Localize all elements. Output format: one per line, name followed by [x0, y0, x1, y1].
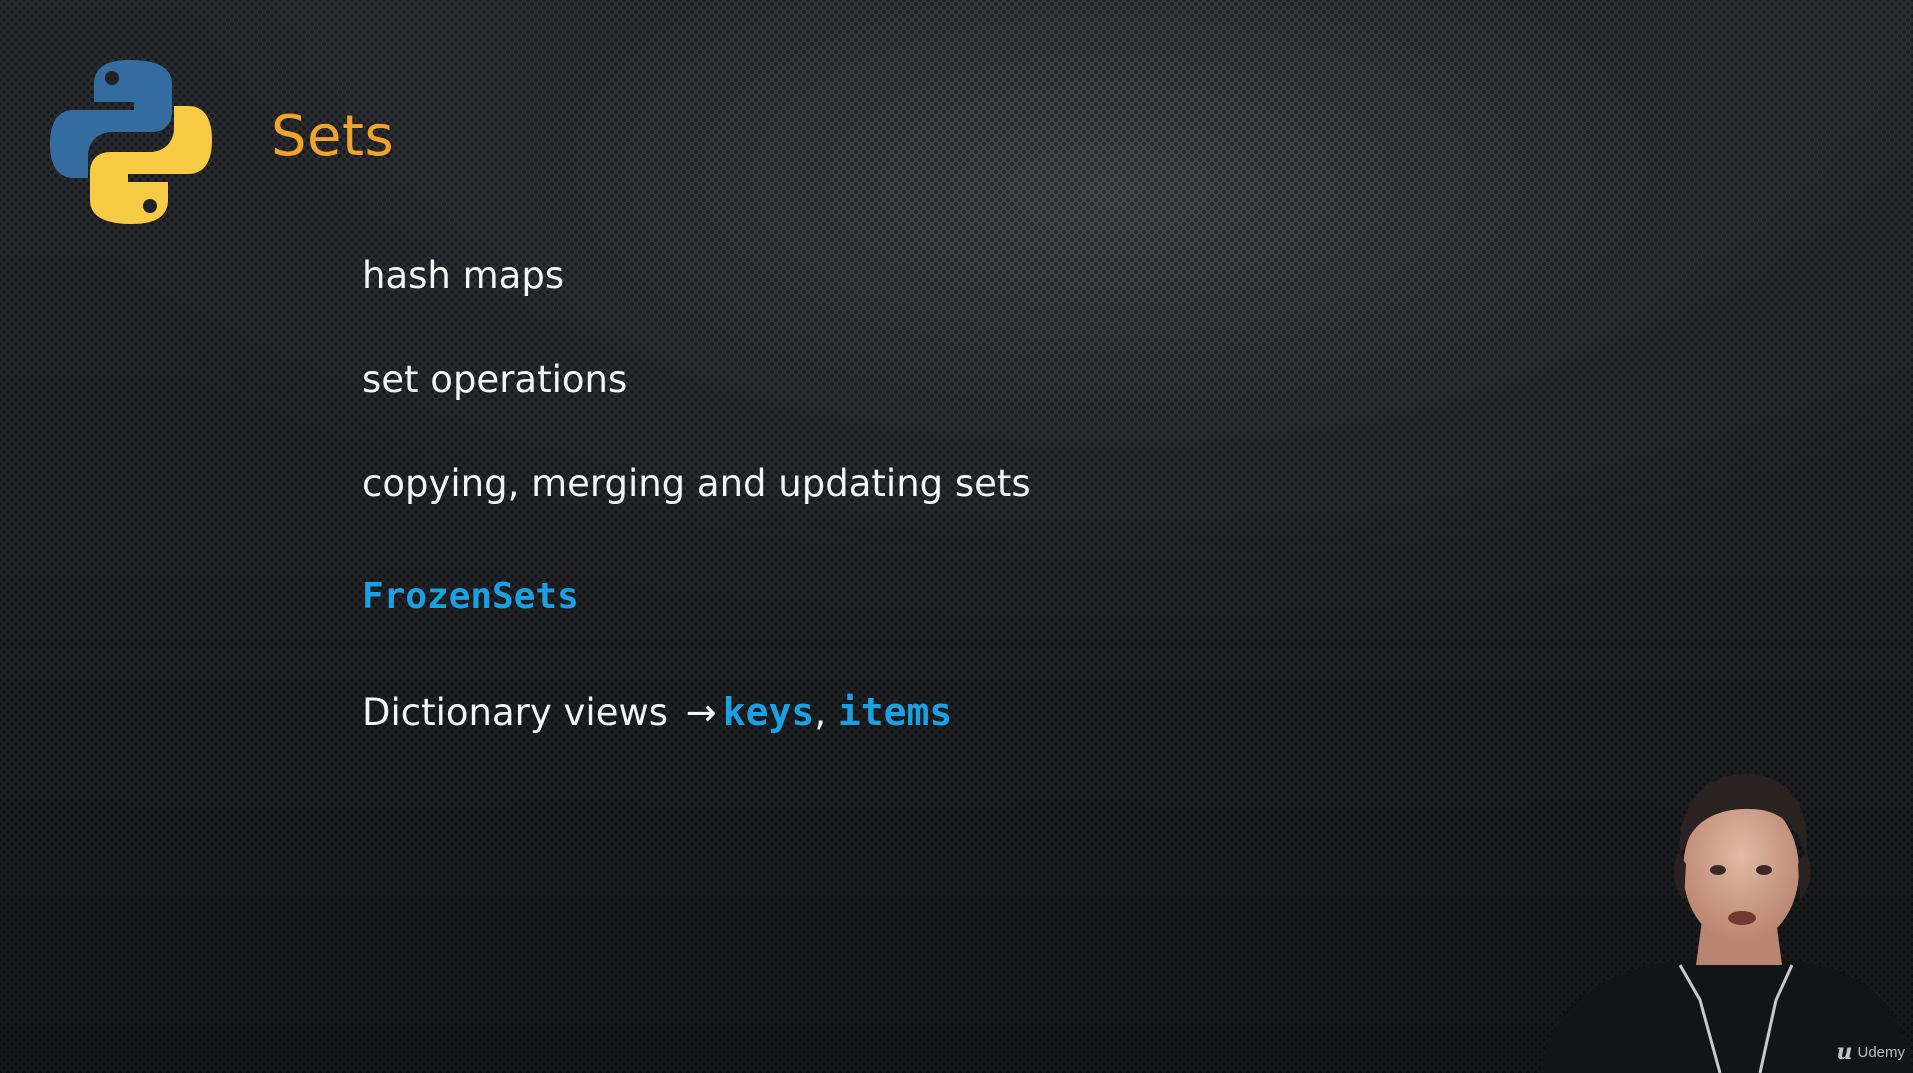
- bullet-dictionary-views: Dictionary views → keys, items: [362, 690, 952, 734]
- bullet-hash-maps: hash maps: [362, 254, 565, 297]
- bullet-set-operations: set operations: [362, 358, 628, 401]
- udemy-watermark: u Udemy: [1836, 1041, 1905, 1063]
- slide-title: Sets: [271, 104, 395, 169]
- udemy-label: Udemy: [1857, 1043, 1905, 1061]
- bullet-copying-merging-updating: copying, merging and updating sets: [362, 462, 1031, 505]
- comma-separator: ,: [814, 691, 827, 734]
- presenter-video: [1540, 774, 1913, 1073]
- slide: Sets hash maps set operations copying, m…: [0, 0, 1913, 1073]
- python-logo-icon: [50, 60, 212, 224]
- code-frozensets: FrozenSets: [362, 576, 579, 617]
- udemy-logo-icon: u: [1836, 1039, 1853, 1065]
- bullet-frozensets: FrozenSets: [362, 576, 579, 617]
- code-keys: keys: [722, 690, 815, 734]
- dictionary-views-label: Dictionary views: [362, 691, 680, 734]
- arrow-right-icon: →: [685, 691, 717, 734]
- code-items: items: [837, 690, 953, 734]
